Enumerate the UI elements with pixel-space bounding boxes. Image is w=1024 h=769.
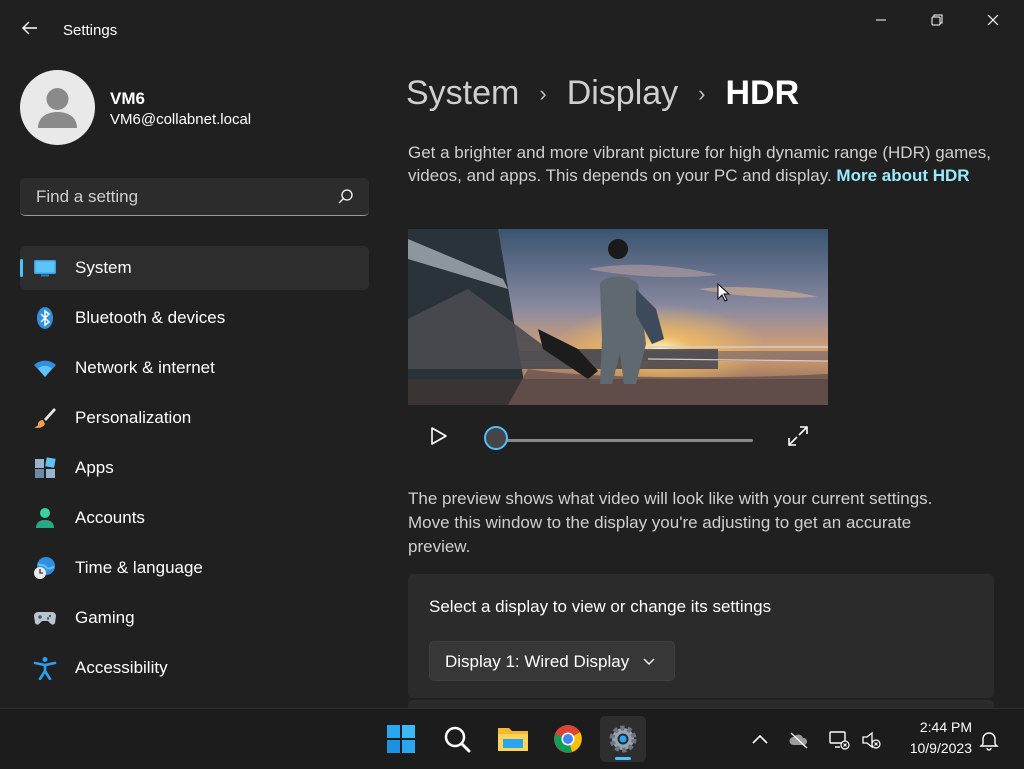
display-select-card: Select a display to view or change its s…: [408, 574, 994, 698]
video-seek-track[interactable]: [497, 439, 753, 442]
sidebar-item-label: Personalization: [75, 408, 192, 427]
mouse-cursor-icon: [717, 283, 731, 302]
taskbar: [0, 708, 1024, 769]
wifi-icon: [34, 360, 56, 377]
sidebar-item-label: Apps: [75, 458, 114, 477]
taskbar-search-button[interactable]: [434, 716, 480, 762]
hdr-video-preview[interactable]: [408, 229, 828, 405]
more-about-hdr-link[interactable]: More about HDR: [836, 166, 969, 185]
sidebar-item-label: System: [75, 258, 132, 277]
settings-taskbar-button[interactable]: [600, 716, 646, 762]
apps-icon: [35, 457, 56, 478]
preview-note: The preview shows what video will look l…: [408, 489, 933, 556]
user-name: VM6: [110, 89, 145, 108]
network-disconnected-icon[interactable]: [828, 729, 850, 751]
back-arrow-icon: [22, 21, 37, 35]
sidebar-item-system[interactable]: System: [20, 246, 369, 290]
file-explorer-button[interactable]: [490, 716, 536, 762]
video-frame-image: [408, 229, 828, 405]
chrome-button[interactable]: [545, 716, 591, 762]
settings-icon: [609, 725, 637, 753]
sidebar-item-label: Accessibility: [75, 658, 168, 677]
accounts-icon: [36, 508, 54, 528]
search-icon[interactable]: [337, 188, 355, 206]
chevron-down-icon: [643, 658, 655, 665]
start-button[interactable]: [378, 716, 424, 762]
breadcrumb-system[interactable]: System: [406, 74, 519, 113]
fullscreen-icon[interactable]: [786, 424, 810, 448]
minimize-button[interactable]: [858, 6, 904, 34]
breadcrumb-display[interactable]: Display: [567, 74, 678, 113]
close-icon: [987, 14, 999, 26]
back-button[interactable]: [18, 19, 42, 43]
sidebar-item-accessibility[interactable]: Accessibility: [20, 646, 369, 690]
breadcrumb-separator: ›: [539, 80, 547, 106]
sidebar-nav: System Bluetooth & devices Network & int…: [20, 246, 369, 696]
breadcrumb-separator: ›: [698, 80, 706, 106]
sidebar-item-time-language[interactable]: Time & language: [20, 546, 369, 590]
play-icon[interactable]: [426, 424, 450, 448]
bluetooth-icon: [37, 307, 53, 329]
restore-icon: [931, 14, 943, 26]
search-box[interactable]: [20, 178, 369, 216]
search-input[interactable]: [34, 186, 338, 208]
display-dropdown[interactable]: Display 1: Wired Display: [429, 641, 675, 681]
onedrive-offline-icon[interactable]: [788, 729, 810, 751]
gamepad-icon: [34, 612, 56, 625]
display-select-title: Select a display to view or change its s…: [429, 597, 772, 616]
video-seek-thumb[interactable]: [484, 426, 508, 450]
restore-button[interactable]: [914, 6, 960, 34]
avatar[interactable]: [20, 70, 95, 145]
sidebar-item-label: Bluetooth & devices: [75, 308, 226, 327]
sidebar-item-network[interactable]: Network & internet: [20, 346, 369, 390]
search-icon: [444, 726, 471, 753]
globe-clock-icon: [34, 557, 55, 579]
user-email: VM6@collabnet.local: [110, 111, 252, 128]
notifications-bell-icon[interactable]: [978, 729, 1000, 751]
system-icon: [34, 260, 56, 277]
sidebar-item-label: Accounts: [75, 508, 145, 527]
sidebar-item-label: Gaming: [75, 608, 135, 627]
volume-muted-icon[interactable]: [860, 729, 882, 751]
sidebar-item-accounts[interactable]: Accounts: [20, 496, 369, 540]
file-explorer-icon: [498, 728, 528, 751]
user-silhouette-icon: [38, 88, 77, 128]
sidebar-item-label: Time & language: [75, 558, 203, 577]
clock-time[interactable]: 2:44 PM: [902, 719, 972, 735]
clock-date[interactable]: 10/9/2023: [894, 740, 972, 756]
chrome-icon: [554, 725, 582, 753]
brush-icon: [34, 408, 56, 428]
app-title: Settings: [63, 22, 118, 39]
display-dropdown-value: Display 1: Wired Display: [445, 652, 630, 671]
title-bar: Settings: [0, 0, 1024, 60]
windows-start-icon: [387, 725, 415, 753]
chevron-up-icon[interactable]: [749, 729, 771, 751]
sidebar-item-gaming[interactable]: Gaming: [20, 596, 369, 640]
breadcrumb: System › Display › HDR: [406, 74, 799, 113]
sidebar-item-personalization[interactable]: Personalization: [20, 396, 369, 440]
sidebar-item-bluetooth[interactable]: Bluetooth & devices: [20, 296, 369, 340]
minimize-icon: [876, 19, 886, 21]
sidebar-item-apps[interactable]: Apps: [20, 446, 369, 490]
accessibility-icon: [33, 657, 57, 680]
sidebar-item-label: Network & internet: [75, 358, 215, 377]
active-app-indicator: [615, 757, 631, 760]
close-button[interactable]: [970, 6, 1016, 34]
hdr-description: Get a brighter and more vibrant picture …: [408, 141, 998, 187]
page-title: HDR: [725, 74, 800, 112]
